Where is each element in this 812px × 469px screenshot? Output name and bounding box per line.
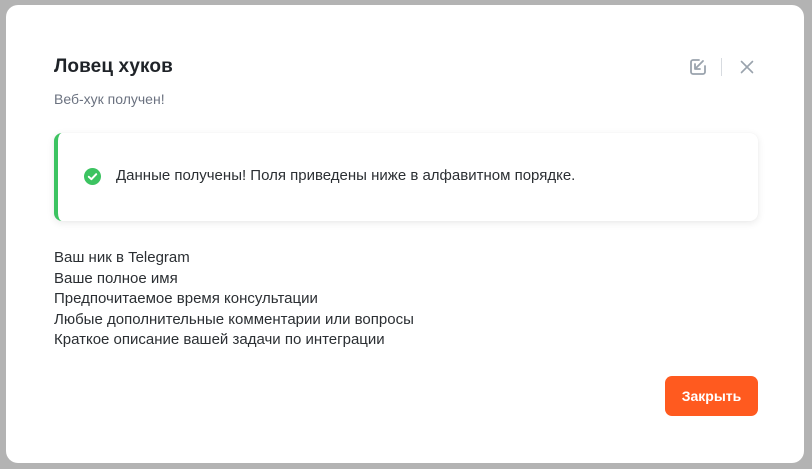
dialog-subtitle: Веб-хук получен! bbox=[54, 91, 165, 107]
alert-message: Данные получены! Поля приведены ниже в а… bbox=[116, 167, 576, 184]
list-item: Любые дополнительные комментарии или воп… bbox=[54, 310, 414, 328]
list-item: Предпочитаемое время консультации bbox=[54, 290, 318, 308]
field-list: Ваш ник в Telegram Ваше полное имя Предп… bbox=[54, 248, 414, 351]
header-divider bbox=[721, 58, 722, 76]
success-alert: Данные получены! Поля приведены ниже в а… bbox=[54, 133, 758, 221]
check-circle-icon bbox=[84, 168, 101, 185]
list-item: Краткое описание вашей задачи по интегра… bbox=[54, 331, 385, 349]
list-item: Ваше полное имя bbox=[54, 269, 178, 287]
header-actions bbox=[687, 56, 758, 78]
dialog-title: Ловец хуков bbox=[54, 56, 173, 77]
close-icon[interactable] bbox=[736, 56, 758, 78]
close-button[interactable]: Закрыть bbox=[665, 376, 758, 416]
webhook-dialog: Ловец хуков Веб-хук получен! Данные полу… bbox=[6, 5, 804, 463]
open-external-icon[interactable] bbox=[687, 56, 709, 78]
list-item: Ваш ник в Telegram bbox=[54, 249, 190, 266]
